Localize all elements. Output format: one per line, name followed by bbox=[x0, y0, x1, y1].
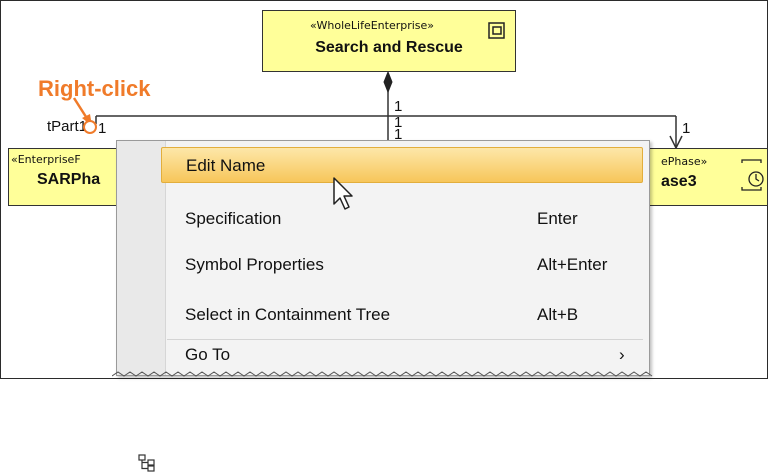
menu-item-edit-name[interactable]: Edit Name bbox=[161, 147, 643, 183]
menu-item-symbol-properties[interactable]: Symbol Properties Alt+Enter bbox=[117, 247, 649, 281]
menu-item-select-in-containment-tree[interactable]: Select in Containment Tree Alt+B bbox=[117, 297, 649, 472]
part-label: tPart1 bbox=[47, 118, 88, 135]
mouse-cursor-icon bbox=[333, 177, 353, 210]
menu-item-label: Go To bbox=[185, 345, 231, 364]
context-menu: Edit Name Specification Enter Symbol Pro… bbox=[116, 140, 650, 472]
menu-item-shortcut: Alt+Enter bbox=[537, 255, 608, 274]
phase-icon bbox=[741, 159, 764, 191]
submenu-chevron-icon: › bbox=[619, 345, 625, 364]
block-stereotype: «WholeLifeEnterprise» bbox=[309, 19, 435, 32]
menu-item-label: Select in Containment Tree bbox=[185, 305, 391, 324]
block-search-and-rescue[interactable]: «WholeLifeEnterprise» Search and Rescue bbox=[262, 10, 516, 72]
system-icon bbox=[488, 22, 505, 39]
torn-edge bbox=[112, 371, 653, 377]
block-name: Search and Rescue bbox=[315, 39, 463, 56]
menu-item-shortcut: Alt+B bbox=[537, 305, 579, 324]
multiplicity-label: 1 bbox=[394, 98, 403, 115]
menu-item-label: Edit Name bbox=[186, 156, 266, 175]
composition-diamond bbox=[383, 70, 393, 94]
port-circle[interactable] bbox=[83, 120, 97, 134]
containment-tree-icon bbox=[138, 454, 155, 472]
menu-item-specification[interactable]: Specification Enter bbox=[117, 201, 649, 235]
block-name: SARPha bbox=[37, 171, 101, 188]
multiplicity-label: 1 bbox=[682, 120, 691, 137]
block-sarphase1[interactable]: «EnterpriseF SARPha bbox=[8, 148, 128, 206]
menu-item-go-to[interactable]: Go To › bbox=[117, 337, 649, 371]
multiplicity-label: 1 bbox=[98, 120, 107, 137]
menu-item-shortcut: Enter bbox=[537, 209, 578, 228]
block-stereotype: «EnterpriseF bbox=[11, 153, 81, 166]
menu-item-label: Symbol Properties bbox=[185, 255, 324, 274]
right-click-annotation: Right-click bbox=[38, 76, 151, 101]
menu-item-label: Specification bbox=[185, 209, 282, 228]
